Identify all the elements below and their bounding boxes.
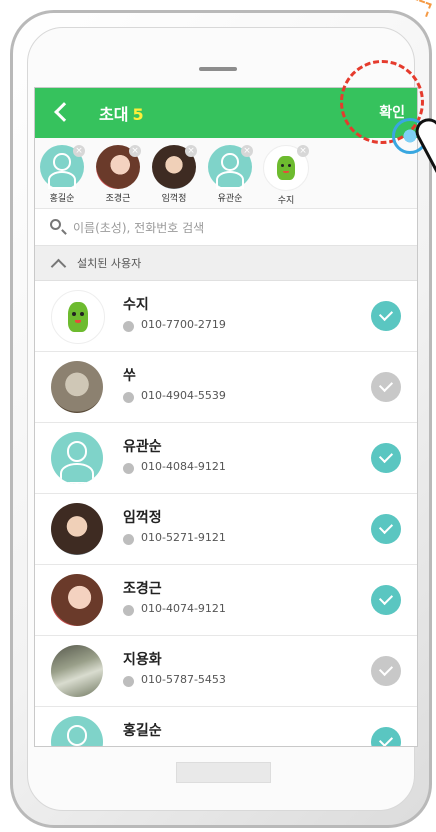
check-icon[interactable]: [371, 656, 401, 686]
contact-name: 지용화: [123, 652, 162, 668]
corner-mark: [408, 0, 432, 17]
check-icon[interactable]: [371, 443, 401, 473]
app-screen: 초대 5 확인 × 홍길순 × 조경근 × 임꺽정 × 유관순 × 수지 이름(…: [34, 87, 418, 747]
check-icon[interactable]: [371, 585, 401, 615]
search-icon: [50, 219, 61, 230]
phone-icon: [123, 321, 134, 332]
contact-phone: 010-5787-5453: [141, 673, 226, 686]
phone-icon: [123, 605, 134, 616]
contact-phone: 010-4904-5539: [141, 389, 226, 402]
contact-name: 홍길순: [123, 723, 162, 739]
phone-icon: [123, 463, 134, 474]
contact-phone: 010-4074-9121: [141, 602, 226, 615]
selected-name: 조경근: [105, 194, 131, 204]
contact-name: 조경근: [123, 581, 162, 597]
invite-count: 5: [132, 105, 144, 124]
avatar: [51, 645, 103, 697]
phone-speaker: [199, 67, 237, 71]
cactus-avatar-icon: [51, 290, 105, 344]
contact-name: 유관순: [123, 439, 162, 455]
selected-strip: × 홍길순 × 조경근 × 임꺽정 × 유관순 × 수지: [35, 138, 417, 209]
remove-icon[interactable]: ×: [73, 145, 85, 157]
avatar: [51, 361, 103, 413]
contact-name: 쑤: [123, 368, 136, 384]
avatar: [51, 503, 103, 555]
selected-name: 홍길순: [49, 194, 75, 204]
phone-icon: [123, 534, 134, 545]
selected-chip[interactable]: × 임꺽정: [151, 145, 197, 204]
remove-icon[interactable]: ×: [185, 145, 197, 157]
contact-row[interactable]: 홍길순: [35, 707, 417, 746]
contact-list: 수지 010-7700-2719 쑤 010-4904-5539 유관순 010…: [35, 281, 417, 746]
back-arrow-icon[interactable]: [54, 102, 74, 122]
selected-chip[interactable]: × 홍길순: [39, 145, 85, 204]
selected-name: 유관순: [217, 194, 243, 204]
check-icon[interactable]: [371, 372, 401, 402]
check-icon[interactable]: [371, 514, 401, 544]
contact-phone: 010-5271-9121: [141, 531, 226, 544]
remove-icon[interactable]: ×: [297, 145, 309, 157]
contact-row[interactable]: 조경근 010-4074-9121: [35, 565, 417, 636]
avatar-default-icon: [51, 716, 103, 746]
section-label: 설치된 사용자: [77, 257, 142, 270]
avatar: [51, 574, 103, 626]
contact-row[interactable]: 임꺽정 010-5271-9121: [35, 494, 417, 565]
contact-row[interactable]: 유관순 010-4084-9121: [35, 423, 417, 494]
contact-row[interactable]: 수지 010-7700-2719: [35, 281, 417, 352]
phone-icon: [123, 392, 134, 403]
remove-icon[interactable]: ×: [129, 145, 141, 157]
contact-name: 수지: [123, 297, 149, 313]
contact-name: 임꺽정: [123, 510, 162, 526]
page-title: 초대 5: [99, 101, 144, 125]
selected-name: 수지: [277, 196, 295, 206]
home-button[interactable]: [176, 762, 271, 783]
contact-phone: 010-4084-9121: [141, 460, 226, 473]
contact-phone: 010-7700-2719: [141, 318, 226, 331]
check-icon[interactable]: [371, 301, 401, 331]
remove-icon[interactable]: ×: [241, 145, 253, 157]
chevron-up-icon: [50, 258, 67, 275]
section-header[interactable]: 설치된 사용자: [35, 246, 417, 281]
search-input[interactable]: 이름(초성), 전화번호 검색: [73, 219, 204, 236]
contact-row[interactable]: 지용화 010-5787-5453: [35, 636, 417, 707]
selected-chip[interactable]: × 수지: [263, 145, 309, 206]
check-icon[interactable]: [371, 727, 401, 746]
phone-icon: [123, 676, 134, 687]
selected-chip[interactable]: × 유관순: [207, 145, 253, 204]
avatar-default-icon: [51, 432, 103, 484]
search-bar[interactable]: 이름(초성), 전화번호 검색: [35, 209, 417, 246]
selected-chip[interactable]: × 조경근: [95, 145, 141, 204]
contact-row[interactable]: 쑤 010-4904-5539: [35, 352, 417, 423]
selected-name: 임꺽정: [161, 194, 187, 204]
title-text: 초대: [99, 105, 129, 124]
